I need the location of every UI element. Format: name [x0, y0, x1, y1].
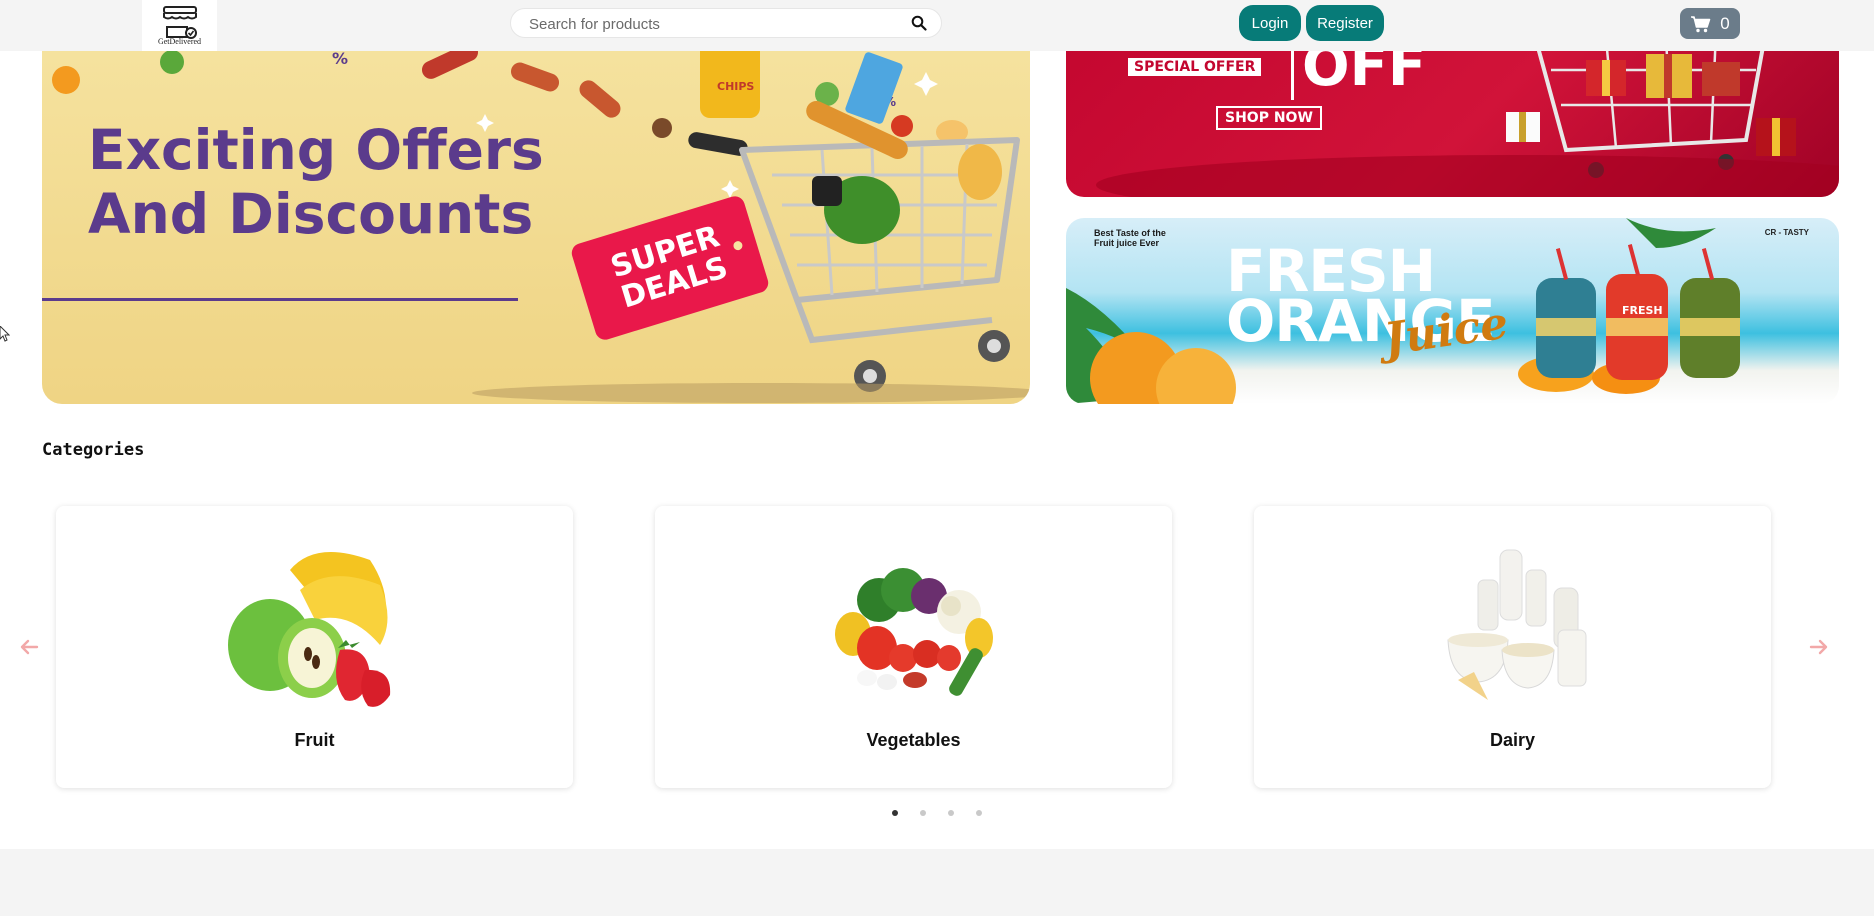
banner-offers[interactable]: % % CHIPS Exciting Offers And Discounts	[42, 0, 1030, 404]
category-card-fruit[interactable]: Fruit	[56, 506, 573, 788]
banner-juice[interactable]: FRESH Best Taste of the Fruit juice Ever…	[1066, 218, 1839, 404]
categories-title: Categories	[42, 440, 145, 460]
logo-text: GetDelivered	[157, 37, 202, 46]
headline-divider	[42, 298, 518, 301]
login-button[interactable]: Login	[1239, 5, 1301, 41]
cart-count: 0	[1720, 13, 1730, 33]
shop-now-button[interactable]: SHOP NOW	[1216, 106, 1322, 130]
fruit-image	[227, 552, 390, 707]
search-input[interactable]	[527, 9, 901, 39]
dairy-image	[1446, 549, 1586, 700]
tag-hole	[732, 240, 744, 252]
special-offer-label: SPECIAL OFFER	[1128, 58, 1262, 76]
arrow-left-icon[interactable]	[18, 636, 40, 658]
category-card-vegetables[interactable]: Vegetables	[655, 506, 1172, 788]
cart-button[interactable]: 0	[1680, 8, 1740, 39]
category-label: Vegetables	[866, 730, 961, 750]
chips-bag-label: CHIPS	[717, 80, 754, 93]
site-header: GetDelivered Login Register 0	[0, 0, 1874, 51]
svg-text:%: %	[332, 49, 348, 68]
logo[interactable]: GetDelivered	[142, 0, 217, 51]
category-label: Fruit	[294, 730, 335, 750]
carousel-dot[interactable]	[976, 810, 982, 816]
cart-icon	[1691, 15, 1711, 32]
carousel-dot[interactable]	[948, 810, 954, 816]
category-card-dairy[interactable]: Dairy	[1254, 506, 1771, 788]
headline-line-1: Exciting Offers	[88, 118, 544, 182]
arrow-right-icon[interactable]	[1808, 636, 1830, 658]
mouse-cursor-icon	[0, 326, 10, 342]
carousel-dot[interactable]	[920, 810, 926, 816]
vegetables-image	[834, 568, 993, 696]
store-logo-icon	[162, 6, 197, 39]
search-icon[interactable]	[911, 15, 927, 31]
footer	[0, 849, 1874, 916]
headline-line-2: And Discounts	[88, 182, 534, 246]
search-bar	[510, 8, 942, 39]
juice-brand: CR - TASTY	[1764, 228, 1809, 237]
juice-tagline: Best Taste of the Fruit juice Ever	[1094, 228, 1166, 248]
register-button[interactable]: Register	[1306, 5, 1384, 41]
banner-headline: Exciting Offers And Discounts	[88, 118, 544, 246]
category-label: Dairy	[1489, 730, 1536, 750]
carousel-dot[interactable]	[892, 810, 898, 816]
carousel-pagination	[892, 810, 982, 816]
bottle-label: FRESH	[1622, 304, 1663, 317]
